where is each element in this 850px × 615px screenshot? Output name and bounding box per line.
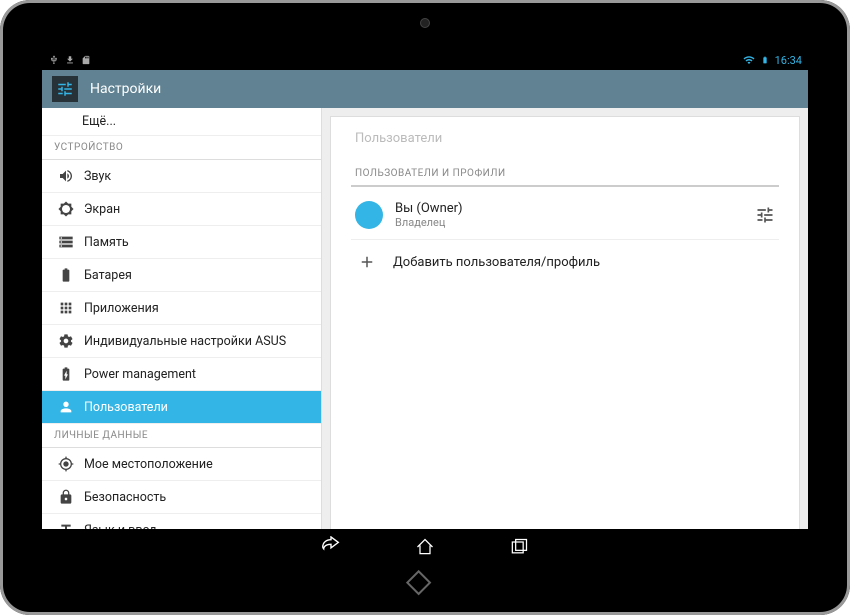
action-bar: Настройки [42,70,808,108]
sidebar-item-power[interactable]: Power management [42,358,321,391]
gear-icon [58,333,74,349]
user-role: Владелец [395,216,743,229]
hardware-home-button[interactable] [406,570,431,595]
user-name: Вы (Owner) [395,201,743,216]
sidebar-label: Экран [84,202,120,217]
lock-icon [58,489,74,505]
sidebar-header-personal: ЛИЧНЫЕ ДАННЫЕ [42,424,321,448]
screen: 16:34 Настройки Ещё... УСТРОЙСТВО Звук [42,50,808,565]
user-row-owner[interactable]: Вы (Owner) Владелец [351,191,779,240]
add-user-label: Добавить пользователя/профиль [393,255,600,270]
apps-icon [58,300,74,316]
sidebar-item-apps[interactable]: Приложения [42,292,321,325]
battery-menu-icon [58,267,74,283]
status-bar: 16:34 [42,50,808,70]
wifi-icon [743,54,755,66]
action-bar-title: Настройки [90,81,161,97]
sidebar-item-more[interactable]: Ещё... [42,108,321,136]
language-icon [58,522,74,529]
sidebar-label: Power management [84,367,196,382]
storage-icon [58,234,74,250]
sidebar-label: Пользователи [84,400,168,415]
sidebar-item-display[interactable]: Экран [42,193,321,226]
sidebar-label: Приложения [84,301,159,316]
tablet-frame: 16:34 Настройки Ещё... УСТРОЙСТВО Звук [0,0,850,615]
plus-icon [357,252,377,272]
sidebar-item-battery[interactable]: Батарея [42,259,321,292]
sidebar-label: Мое местоположение [84,457,213,472]
sidebar-item-language[interactable]: Язык и ввод [42,514,321,529]
sound-icon [58,168,74,184]
avatar [355,201,383,229]
sidebar-item-asus[interactable]: Индивидуальные настройки ASUS [42,325,321,358]
display-icon [58,201,74,217]
sidebar-item-storage[interactable]: Память [42,226,321,259]
sidebar-label: Индивидуальные настройки ASUS [84,334,286,349]
battery-icon [759,54,771,66]
settings-sidebar[interactable]: Ещё... УСТРОЙСТВО Звук Экран Память Бата… [42,108,322,529]
detail-panel: Пользователи ПОЛЬЗОВАТЕЛИ И ПРОФИЛИ Вы (… [330,116,800,529]
nav-home-button[interactable] [413,535,437,559]
nav-recent-button[interactable] [507,535,531,559]
status-left [48,54,92,66]
detail-title: Пользователи [351,131,779,146]
add-user-row[interactable]: Добавить пользователя/профиль [351,240,779,284]
download-icon [64,54,76,66]
sidebar-item-security[interactable]: Безопасность [42,481,321,514]
sidebar-label: Память [84,235,129,250]
section-header-users: ПОЛЬЗОВАТЕЛИ И ПРОФИЛИ [351,164,779,187]
sidebar-label: Звук [84,169,111,184]
sidebar-item-users[interactable]: Пользователи [42,391,321,424]
navigation-bar [42,529,808,565]
sidebar-label: Безопасность [84,490,166,505]
sidebar-item-sound[interactable]: Звук [42,160,321,193]
front-camera [420,18,430,28]
tune-icon[interactable] [755,205,775,225]
sidebar-item-location[interactable]: Мое местоположение [42,448,321,481]
user-info: Вы (Owner) Владелец [395,201,743,229]
usb-icon [48,54,60,66]
settings-app-icon [52,76,78,102]
location-icon [58,456,74,472]
power-icon [58,366,74,382]
sidebar-label: Батарея [84,268,132,283]
content-area: Ещё... УСТРОЙСТВО Звук Экран Память Бата… [42,108,808,529]
users-icon [58,399,74,415]
status-right: 16:34 [743,54,802,67]
status-time: 16:34 [775,54,802,67]
sd-icon [80,54,92,66]
sidebar-header-device: УСТРОЙСТВО [42,136,321,160]
nav-back-button[interactable] [319,535,343,559]
